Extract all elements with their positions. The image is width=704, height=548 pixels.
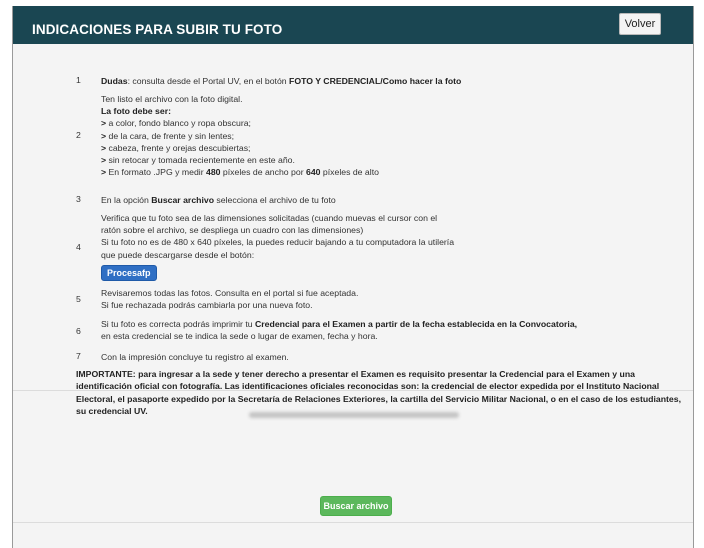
step-line: Revisaremos todas las fotos. Consulta en… [101, 287, 601, 299]
text-run: píxeles de alto [320, 167, 379, 178]
step-line: Dudas: consulta desde el Portal UV, en e… [101, 75, 601, 87]
text-run: 480 [206, 167, 221, 178]
step-line: ratón sobre el archivo, se despliega un … [101, 224, 601, 236]
step-line: Si tu foto no es de 480 x 640 píxeles, l… [101, 236, 601, 248]
text-run: 640 [306, 167, 321, 178]
step-text: Si tu foto es correcta podrás imprimir t… [101, 318, 601, 342]
text-run: Dudas [101, 76, 128, 86]
text-run: : consulta desde el Portal UV, en el bot… [127, 76, 290, 86]
step-number: 4 [76, 242, 81, 252]
step-line: Con la impresión concluye tu registro al… [101, 351, 601, 363]
step-text: Revisaremos todas las fotos. Consulta en… [101, 287, 601, 311]
step-line: > En formato .JPG y medir 480 píxeles de… [101, 166, 601, 178]
step-text: Dudas: consulta desde el Portal UV, en e… [101, 75, 601, 87]
step-line: Si fue rechazada podrás cambiarla por un… [101, 299, 601, 311]
text-run: de la cara, de frente y sin lentes; [106, 130, 235, 141]
page-header: INDICACIONES PARA SUBIR TU FOTO Volver [13, 6, 693, 44]
text-run: FOTO Y CREDENCIAL/Como hacer la foto [289, 76, 462, 86]
step-number: 5 [76, 294, 81, 304]
text-run: cabeza, frente y orejas descubiertas; [106, 142, 251, 153]
text-run: píxeles de ancho por [220, 167, 306, 178]
text-run: Ten listo el archivo con la foto digital… [101, 94, 243, 104]
main-panel: INDICACIONES PARA SUBIR TU FOTO Volver 1… [12, 6, 694, 548]
text-run: ratón sobre el archivo, se despliega un … [101, 225, 364, 236]
text-run: Buscar archivo [151, 195, 215, 205]
text-run: que puede descargarse desde el botón: [101, 249, 255, 260]
step-line: > a color, fondo blanco y ropa obscura; [101, 117, 601, 129]
important-notice: IMPORTANTE: para ingresar a la sede y te… [76, 369, 681, 417]
step-line: en esta credencial se te indica la sede … [101, 330, 601, 342]
text-run: sin retocar y tomada recientemente en es… [106, 155, 295, 166]
step-line: > cabeza, frente y orejas descubiertas; [101, 142, 601, 154]
step-number: 2 [76, 130, 81, 140]
text-run: Con la impresión concluye tu registro al… [101, 352, 289, 362]
step-line: Si tu foto es correcta podrás imprimir t… [101, 318, 601, 330]
step-line: > de la cara, de frente y sin lentes; [101, 130, 601, 142]
blurred-student-info [249, 412, 459, 418]
text-run: a color, fondo blanco y ropa obscura; [106, 118, 251, 129]
step-line: que puede descargarse desde el botón: [101, 249, 601, 261]
step-line: Verifica que tu foto sea de las dimensio… [101, 212, 601, 224]
text-run: selecciona el archivo de tu foto [214, 195, 336, 205]
text-run: En formato .JPG y medir [106, 167, 207, 178]
text-run: En la opción [101, 195, 152, 205]
text-run: Si tu foto no es de 480 x 640 píxeles, l… [101, 237, 455, 248]
step-line: En la opción Buscar archivo selecciona e… [101, 194, 601, 206]
back-button[interactable]: Volver [619, 13, 661, 35]
step-line: > sin retocar y tomada recientemente en … [101, 154, 601, 166]
text-run: Credencial para el Examen a partir de la… [255, 319, 578, 329]
step-text: En la opción Buscar archivo selecciona e… [101, 194, 601, 206]
step-number: 6 [76, 326, 81, 336]
step-number: 7 [76, 351, 81, 361]
step-text: Verifica que tu foto sea de las dimensio… [101, 212, 601, 261]
step-number: 1 [76, 75, 81, 85]
divider [13, 522, 693, 523]
step-text: Ten listo el archivo con la foto digital… [101, 93, 601, 178]
text-run: Revisaremos todas las fotos. Consulta en… [101, 288, 359, 298]
search-file-button[interactable]: Buscar archivo [320, 496, 392, 516]
divider [13, 390, 693, 391]
page-title: INDICACIONES PARA SUBIR TU FOTO [32, 22, 283, 37]
text-run: Si tu foto es correcta podrás imprimir t… [101, 319, 256, 329]
text-run: en esta credencial se te indica la sede … [101, 331, 378, 342]
text-run: Si fue rechazada podrás cambiarla por un… [101, 300, 313, 311]
step-line: La foto debe ser: [101, 105, 601, 117]
procesafp-button[interactable]: Procesafp [101, 265, 157, 281]
step-line: Ten listo el archivo con la foto digital… [101, 93, 601, 105]
text-run: Verifica que tu foto sea de las dimensio… [101, 213, 438, 223]
step-text: Con la impresión concluye tu registro al… [101, 351, 601, 363]
step-number: 3 [76, 194, 81, 204]
text-run: La foto debe ser: [101, 106, 171, 117]
